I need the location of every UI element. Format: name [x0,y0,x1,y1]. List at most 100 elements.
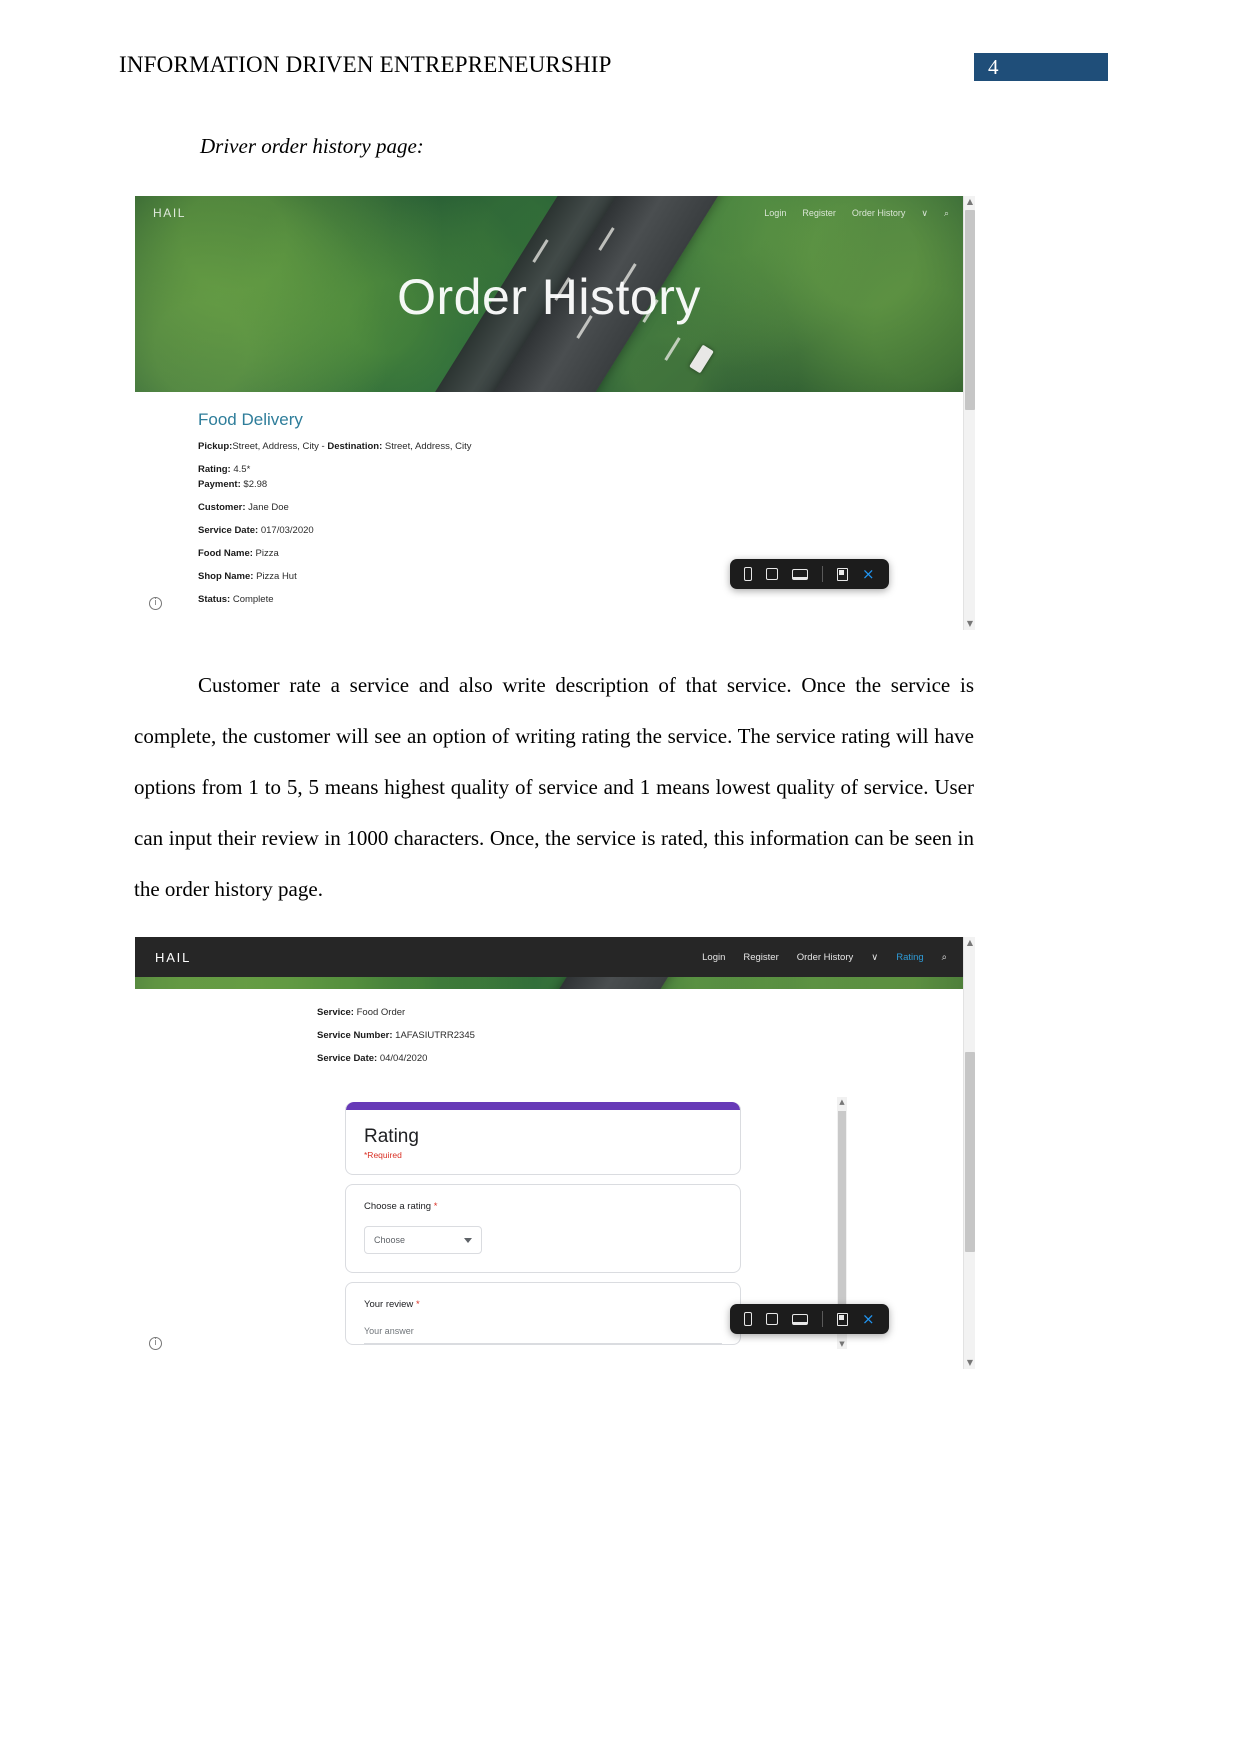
order-value-status: Complete [230,594,274,605]
screenshot-rating-form-page: HAIL Login Register Order History ∨ Rati… [135,937,975,1369]
order-details-card: Food Delivery Pickup:Street, Address, Ci… [135,392,963,630]
service-label-number: Service Number: [317,1030,393,1041]
order-row-shop-name: Shop Name: Pizza Hut [198,571,297,582]
service-row-date: Service Date: 04/04/2020 [317,1053,427,1064]
order-value-destination: Street, Address, City [382,441,472,452]
nav-link-login[interactable]: Login [764,208,786,218]
question-label-choose-rating: Choose a rating * [346,1185,740,1212]
order-label-pickup: Pickup: [198,441,233,452]
scroll-up-arrow-icon[interactable]: ▲ [964,937,975,949]
scrollbar-thumb[interactable] [965,210,975,410]
flag-icon[interactable] [837,1312,848,1326]
order-value-shop-name: Pizza Hut [253,571,297,582]
order-value-customer: Jane Doe [245,502,289,513]
form-title: Rating [364,1126,419,1147]
site-logo[interactable]: HAIL [153,206,186,220]
tablet-icon[interactable] [766,1313,778,1325]
chevron-down-icon[interactable]: ∨ [871,952,878,963]
order-row-customer: Customer: Jane Doe [198,502,289,513]
rating-select[interactable]: Choose [364,1226,482,1254]
order-label-food-name: Food Name: [198,548,253,559]
tablet-icon[interactable] [766,568,778,580]
service-value-date: 04/04/2020 [377,1053,428,1064]
flag-icon[interactable] [837,567,848,581]
chevron-down-icon[interactable] [464,1237,472,1243]
info-icon[interactable]: i [149,597,162,610]
order-value-rating: 4.5* [230,464,251,475]
order-label-status: Status: [198,594,231,605]
info-icon[interactable]: i [149,1337,162,1350]
order-value-payment: $2.98 [240,479,268,490]
chevron-down-icon[interactable]: ∨ [921,208,928,219]
site-logo[interactable]: HAIL [155,950,191,965]
scrollbar-thumb[interactable] [838,1111,846,1331]
service-label-date: Service Date: [317,1053,378,1064]
question-label-text: Your review [364,1299,416,1310]
scroll-up-arrow-icon[interactable]: ▲ [964,196,975,208]
nav-link-order-history[interactable]: Order History [852,208,906,218]
page-number-badge: 4 [974,53,1108,81]
order-label-service-date: Service Date: [198,525,259,536]
search-icon[interactable]: ⌕ [942,952,947,963]
order-row-payment: Payment: $2.98 [198,479,267,490]
hero-banner: HAIL Login Register Order History ∨ ⌕ Or… [135,196,963,392]
device-preview-toolbar[interactable]: × [730,559,889,589]
site-navbar: HAIL Login Register Order History ∨ Rati… [135,937,963,977]
scroll-down-arrow-icon[interactable]: ▼ [964,618,975,630]
review-answer-input[interactable]: Your answer [364,1326,722,1344]
page-scrollbar[interactable]: ▲ ▼ [963,937,975,1369]
order-label-rating: Rating: [198,464,231,475]
laptop-icon[interactable] [792,1313,808,1325]
form-accent-bar [346,1102,740,1110]
close-icon[interactable]: × [862,1310,875,1328]
hero-image-strip [135,977,963,989]
form-header-card: Rating *Required [345,1102,741,1175]
screenshot-order-history-page: HAIL Login Register Order History ∨ ⌕ Or… [135,196,975,630]
order-row-rating: Rating: 4.5* [198,464,250,475]
nav-link-rating[interactable]: Rating [896,952,923,963]
service-row-number: Service Number: 1AFASIUTRR2345 [317,1030,475,1041]
form-question-your-review: Your review * Your answer [345,1282,741,1345]
navbar-links: Login Register Order History ∨ ⌕ [764,208,949,219]
laptop-icon[interactable] [792,568,808,580]
order-value-pickup: Street, Address, City - [232,441,328,452]
nav-link-login[interactable]: Login [702,952,725,963]
toolbar-divider [822,1311,823,1327]
scroll-down-arrow-icon[interactable]: ▼ [837,1339,847,1349]
question-label-text: Choose a rating [364,1201,434,1212]
order-label-destination: Destination: [327,441,383,452]
question-label-your-review: Your review * [346,1283,740,1310]
page-header: INFORMATION DRIVEN ENTREPRENEURSHIP 4 [0,0,1241,110]
nav-link-register[interactable]: Register [802,208,836,218]
phone-icon[interactable] [744,567,752,581]
page-scrollbar[interactable]: ▲ ▼ [963,196,975,630]
close-icon[interactable]: × [862,565,875,583]
nav-link-order-history[interactable]: Order History [797,952,853,963]
toolbar-divider [822,566,823,582]
nav-link-register[interactable]: Register [743,952,778,963]
scroll-down-arrow-icon[interactable]: ▼ [964,1357,975,1369]
scroll-up-arrow-icon[interactable]: ▲ [837,1097,847,1107]
site-navbar: HAIL Login Register Order History ∨ ⌕ [135,196,963,230]
search-icon[interactable]: ⌕ [944,208,949,219]
order-row-food-name: Food Name: Pizza [198,548,279,559]
order-row-status: Status: Complete [198,594,274,605]
rating-form: Rating *Required Choose a rating * Choos… [345,1102,741,1354]
service-row-service: Service: Food Order [317,1007,405,1018]
order-label-payment: Payment: [198,479,241,490]
hero-background-image [135,977,963,989]
service-label-service: Service: [317,1007,354,1018]
order-label-shop-name: Shop Name: [198,571,254,582]
hero-page-title: Order History [397,269,701,325]
document-title: INFORMATION DRIVEN ENTREPRENEURSHIP [119,52,612,77]
body-paragraph: Customer rate a service and also write d… [134,673,974,901]
scrollbar-thumb[interactable] [965,1052,975,1252]
form-required-note: *Required [364,1150,402,1160]
device-preview-toolbar[interactable]: × [730,1304,889,1334]
phone-icon[interactable] [744,1312,752,1326]
order-value-service-date: 017/03/2020 [258,525,314,536]
required-asterisk: * [415,1299,420,1310]
service-value-service: Food Order [353,1007,406,1018]
order-row-service-date: Service Date: 017/03/2020 [198,525,314,536]
order-service-title: Food Delivery [198,410,303,429]
